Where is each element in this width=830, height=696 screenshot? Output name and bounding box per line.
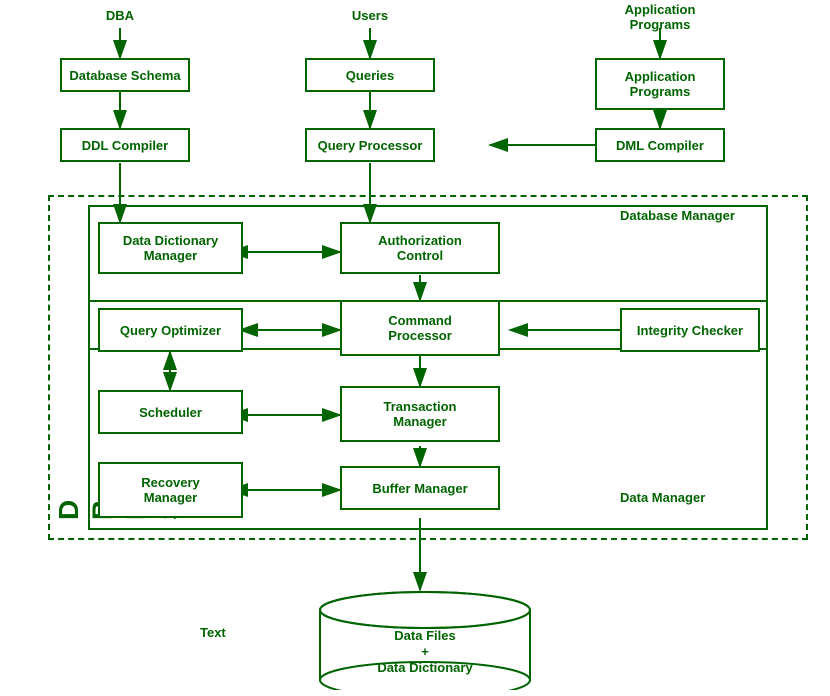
users-label: Users: [330, 8, 410, 23]
application-programs-box: ApplicationPrograms: [595, 58, 725, 110]
svg-text:Data Files: Data Files: [394, 628, 455, 643]
authorization-control-box: AuthorizationControl: [340, 222, 500, 274]
queries-box: Queries: [305, 58, 435, 92]
svg-text:+: +: [421, 644, 429, 659]
diagram: DBA Users ApplicationPrograms Database S…: [0, 0, 830, 696]
integrity-checker-box: Integrity Checker: [620, 308, 760, 352]
recovery-manager-box: RecoveryManager: [98, 462, 243, 518]
query-optimizer-box: Query Optimizer: [98, 308, 243, 352]
buffer-manager-box: Buffer Manager: [340, 466, 500, 510]
dml-compiler-box: DML Compiler: [595, 128, 725, 162]
scheduler-box: Scheduler: [98, 390, 243, 434]
application-programs-top-label: ApplicationPrograms: [600, 2, 720, 32]
database-manager-label: Database Manager: [620, 208, 735, 223]
data-dictionary-manager-box: Data DictionaryManager: [98, 222, 243, 274]
query-processor-box: Query Processor: [305, 128, 435, 162]
ddl-compiler-box: DDL Compiler: [60, 128, 190, 162]
data-manager-label: Data Manager: [620, 490, 705, 505]
svg-text:Data Dictionary: Data Dictionary: [377, 660, 473, 675]
transaction-manager-box: TransactionManager: [340, 386, 500, 442]
database-schema-box: Database Schema: [60, 58, 190, 92]
dba-label: DBA: [80, 8, 160, 23]
data-files-cylinder: Data Files + Data Dictionary: [310, 590, 540, 690]
text-label: Text: [200, 625, 226, 640]
command-processor-box: CommandProcessor: [340, 300, 500, 356]
